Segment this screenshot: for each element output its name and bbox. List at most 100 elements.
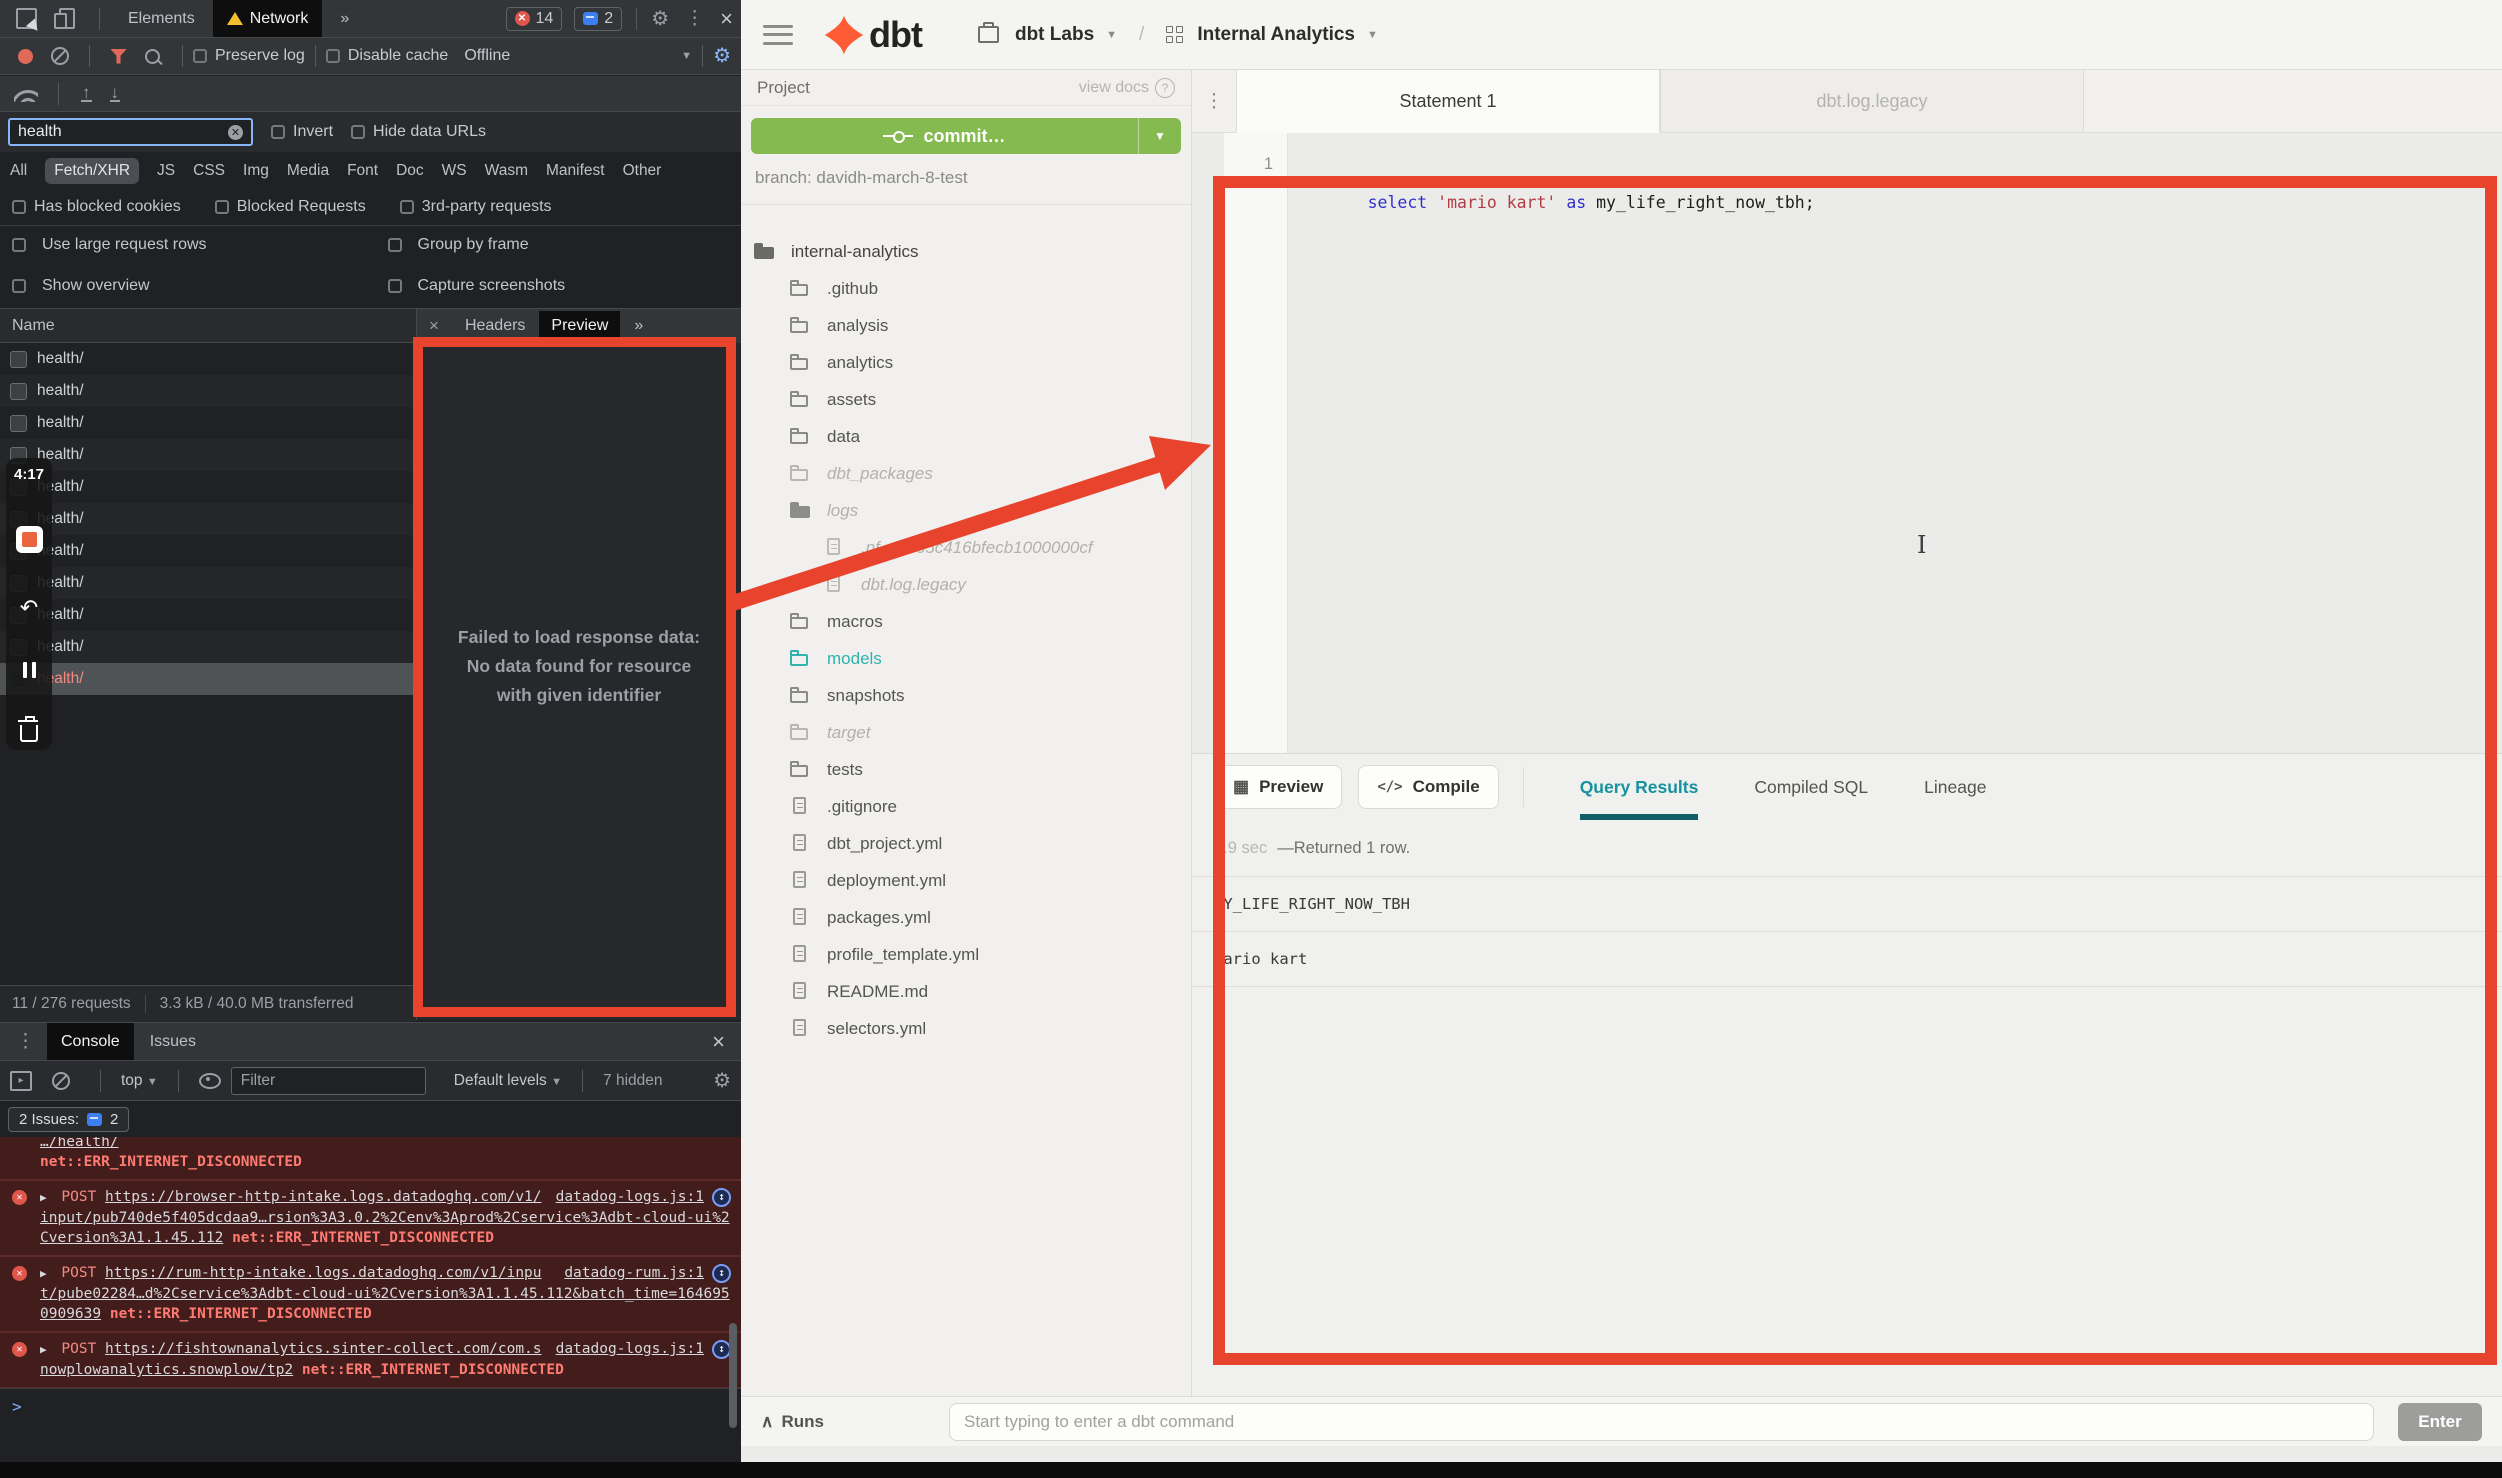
console-close-icon[interactable]: × xyxy=(712,1031,725,1053)
editor-tab[interactable]: Statement 1 xyxy=(1236,70,1660,133)
file-tree-item[interactable]: target xyxy=(741,714,1191,751)
file-tree-item[interactable]: dbt_project.yml xyxy=(741,825,1191,862)
network-option-checkbox[interactable]: Blocked Requests xyxy=(215,198,366,216)
request-type-chip[interactable]: Fetch/XHR xyxy=(45,158,139,184)
pause-icon[interactable] xyxy=(23,662,36,678)
request-type-chip[interactable]: WS xyxy=(442,162,467,180)
dbt-logo[interactable]: dbt xyxy=(823,14,922,56)
console-error-partial[interactable]: …/health/ net::ERR_INTERNET_DISCONNECTED xyxy=(0,1137,741,1180)
search-icon[interactable] xyxy=(145,49,160,64)
network-option-checkbox[interactable]: Has blocked cookies xyxy=(12,198,181,216)
request-type-chip[interactable]: Font xyxy=(347,162,378,180)
inspect-icon[interactable] xyxy=(16,8,37,29)
commit-button[interactable]: commit… ▼ xyxy=(751,118,1181,154)
filter-icon[interactable] xyxy=(110,49,127,64)
network-request-row[interactable]: health/ xyxy=(0,535,416,567)
network-filter-input[interactable]: health ✕ xyxy=(8,118,253,146)
tab-network[interactable]: Network xyxy=(213,0,323,37)
undo-icon[interactable]: ↶ xyxy=(20,597,38,619)
console-scrollbar[interactable] xyxy=(729,1323,737,1428)
console-menu-icon[interactable]: ⋮ xyxy=(6,1032,45,1051)
settings-gear-icon[interactable]: ⚙ xyxy=(651,9,669,29)
account-switcher[interactable]: dbt Labs ▼ xyxy=(978,24,1117,46)
tab-elements[interactable]: Elements xyxy=(114,3,209,35)
network-option-checkbox[interactable]: Capture screenshots xyxy=(388,277,730,295)
error-count-badge[interactable]: ✕ 14 xyxy=(506,7,563,31)
issue-count-badge[interactable]: 2 xyxy=(574,7,622,31)
request-type-chip[interactable]: Manifest xyxy=(546,162,605,180)
issues-counter-button[interactable]: 2 Issues: 2 xyxy=(8,1107,129,1132)
throttling-caret-icon[interactable]: ▼ xyxy=(681,50,692,62)
network-request-row[interactable]: health/ xyxy=(0,503,416,535)
network-option-checkbox[interactable]: Group by frame xyxy=(388,236,730,254)
name-column-header[interactable]: Name xyxy=(0,309,416,343)
source-link[interactable]: datadog-logs.js:1 xyxy=(556,1339,704,1359)
network-request-row[interactable]: health/ xyxy=(0,663,416,695)
file-tree-item[interactable]: README.md xyxy=(741,973,1191,1010)
file-tree-item[interactable]: models xyxy=(741,640,1191,677)
context-select[interactable]: top ▼ xyxy=(121,1072,158,1090)
file-tree-item[interactable]: dbt_packages xyxy=(741,455,1191,492)
console-prompt[interactable]: > xyxy=(0,1388,741,1421)
clear-icon[interactable] xyxy=(51,47,69,65)
runs-toggle[interactable]: ∧ Runs xyxy=(761,1412,931,1432)
tab-console[interactable]: Console xyxy=(47,1023,134,1060)
network-settings-gear-icon[interactable]: ⚙ xyxy=(713,46,731,66)
file-tree-item[interactable]: snapshots xyxy=(741,677,1191,714)
enter-button[interactable]: Enter xyxy=(2398,1403,2482,1441)
file-tree-item[interactable]: data xyxy=(741,418,1191,455)
expand-triangle-icon[interactable]: ▶ xyxy=(40,1267,47,1280)
expand-triangle-icon[interactable]: ▶ xyxy=(40,1343,47,1356)
editor-tabs-menu-icon[interactable]: ⋮ xyxy=(1192,70,1236,132)
console-filter-input[interactable]: Filter xyxy=(231,1067,426,1095)
file-tree-item[interactable]: analytics xyxy=(741,344,1191,381)
tab-issues[interactable]: Issues xyxy=(136,1026,210,1058)
network-request-row[interactable]: health/ xyxy=(0,599,416,631)
request-type-chip[interactable]: Wasm xyxy=(485,162,528,180)
file-tree-item[interactable]: macros xyxy=(741,603,1191,640)
expand-triangle-icon[interactable]: ▶ xyxy=(40,1191,47,1204)
record-icon[interactable] xyxy=(18,49,33,64)
devtools-menu-icon[interactable]: ⋮ xyxy=(685,9,704,28)
console-settings-gear-icon[interactable]: ⚙ xyxy=(713,1071,731,1091)
console-sidebar-icon[interactable]: ▸ xyxy=(10,1071,32,1091)
invert-checkbox[interactable]: Invert xyxy=(271,123,333,141)
device-toolbar-icon[interactable] xyxy=(59,8,75,29)
file-tree-item[interactable]: internal-analytics xyxy=(741,233,1191,270)
file-tree-item[interactable]: .gitignore xyxy=(741,788,1191,825)
trash-icon[interactable] xyxy=(20,725,38,742)
network-request-row[interactable]: health/ xyxy=(0,375,416,407)
view-docs-link[interactable]: view docs xyxy=(1079,79,1149,97)
close-detail-icon[interactable]: × xyxy=(417,316,451,336)
file-tree-item[interactable]: selectors.yml xyxy=(741,1010,1191,1047)
request-type-chip[interactable]: All xyxy=(10,162,27,180)
file-tree-item[interactable]: dbt.log.legacy xyxy=(741,566,1191,603)
file-tree-item[interactable]: analysis xyxy=(741,307,1191,344)
network-option-checkbox[interactable]: 3rd-party requests xyxy=(400,198,552,216)
project-switcher[interactable]: Internal Analytics ▼ xyxy=(1166,24,1378,46)
file-tree-item[interactable]: logs xyxy=(741,492,1191,529)
stop-recording-button[interactable] xyxy=(16,526,43,553)
disable-cache-checkbox[interactable]: Disable cache xyxy=(326,47,449,65)
file-tree-item[interactable]: assets xyxy=(741,381,1191,418)
network-request-row[interactable]: health/ xyxy=(0,631,416,663)
network-request-row[interactable]: health/ xyxy=(0,439,416,471)
file-tree-item[interactable]: deployment.yml xyxy=(741,862,1191,899)
request-type-chip[interactable]: JS xyxy=(157,162,175,180)
file-tree-item[interactable]: packages.yml xyxy=(741,899,1191,936)
editor-tab[interactable]: dbt.log.legacy xyxy=(1660,70,2084,132)
console-error-message[interactable]: ✕ datadog-rum.js:1 ↕ ▶ POST https://rum-… xyxy=(0,1256,741,1332)
network-conditions-icon[interactable] xyxy=(14,86,38,102)
console-error-message[interactable]: ✕ datadog-logs.js:1 ↕ ▶ POST https://bro… xyxy=(0,1180,741,1256)
request-type-chip[interactable]: Media xyxy=(287,162,329,180)
request-type-chip[interactable]: Other xyxy=(623,162,662,180)
dbt-command-input[interactable]: Start typing to enter a dbt command xyxy=(949,1403,2374,1441)
file-tree-item[interactable]: tests xyxy=(741,751,1191,788)
network-request-row[interactable]: health/ xyxy=(0,471,416,503)
more-tabs-chevron[interactable]: » xyxy=(326,3,363,35)
log-levels-select[interactable]: Default levels ▼ xyxy=(454,1072,562,1090)
import-har-icon[interactable]: ↑ xyxy=(81,86,92,102)
preserve-log-checkbox[interactable]: Preserve log xyxy=(193,47,305,65)
export-har-icon[interactable]: ↓ xyxy=(110,86,121,102)
throttling-select[interactable]: Offline xyxy=(464,47,510,65)
